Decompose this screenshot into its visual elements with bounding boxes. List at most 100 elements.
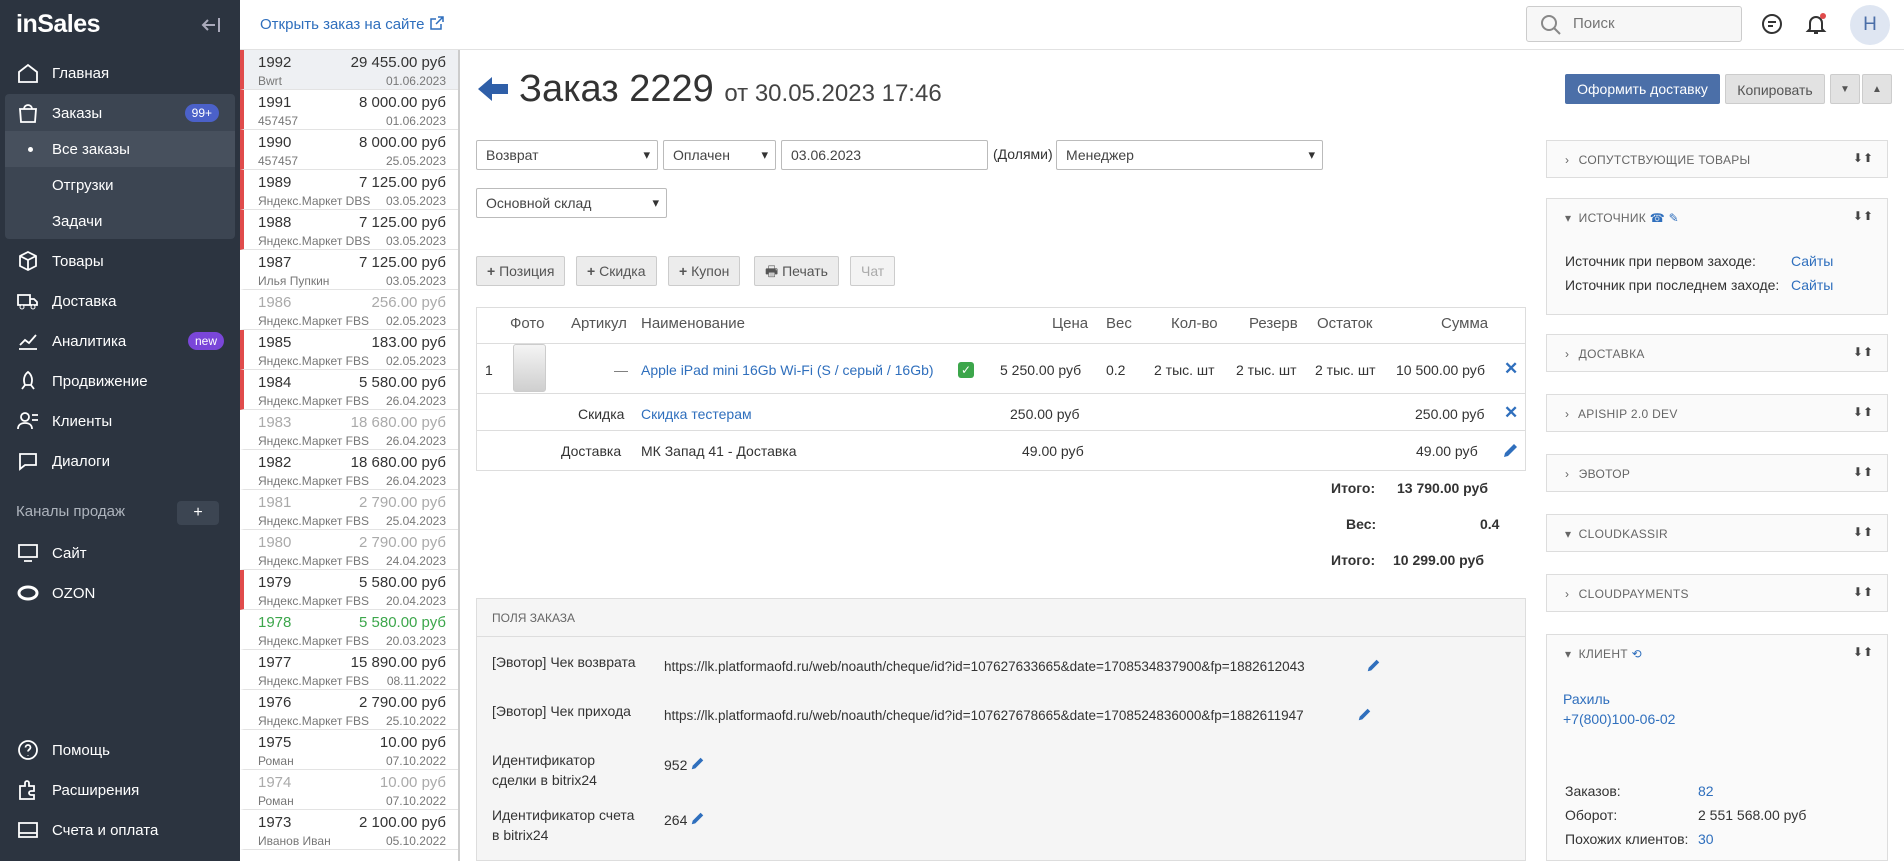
edit-delivery-pencil-icon[interactable] [1502,442,1519,459]
order-list-item[interactable]: 1989 7 125.00 руб Яндекс.Маркет DBS 03.05.2… [240,170,458,210]
order-list-item[interactable]: 1976 2 790.00 руб Яндекс.Маркет FBS 25.10.2… [240,690,458,730]
nav-dialogs[interactable]: Диалоги [0,442,240,480]
search-box[interactable] [1526,6,1742,42]
nav-extensions[interactable]: Расширения [0,771,240,809]
discount-name-link[interactable]: Скидка тестерам [641,406,752,422]
panel-apiship[interactable]: › APISHIP 2.0 DEV ⬇⬆ [1546,394,1888,432]
add-discount-button[interactable]: + Скидка [576,256,657,286]
order-list-item[interactable]: 1987 7 125.00 руб Илья Пупкин 03.05.2023 [240,250,458,290]
order-list-item[interactable]: 1991 8 000.00 руб 457457 01.06.2023 [240,90,458,130]
order-list-item[interactable]: 1980 2 790.00 руб Яндекс.Маркет FBS 24.04.2… [240,530,458,570]
reorder-arrows-icon[interactable]: ⬇⬆ [1853,645,1873,659]
add-channel-button[interactable]: + [177,501,219,525]
source-first-value[interactable]: Сайты [1791,253,1833,269]
order-list-item[interactable]: 1984 5 580.00 руб Яндекс.Маркет FBS 26.04.2… [240,370,458,410]
nav-shipments[interactable]: Отгрузки [5,167,235,203]
order-list-item[interactable]: 1986 256.00 руб Яндекс.Маркет FBS 02.05.202… [240,290,458,330]
order-list-item[interactable]: 1982 18 680.00 руб Яндекс.Маркет FBS 26.04.… [240,450,458,490]
product-photo[interactable] [513,344,546,392]
client-phone-link[interactable]: +7(800)100-06-02 [1563,711,1675,727]
order-amount: 7 125.00 руб [359,174,446,191]
order-list-item[interactable]: 1985 183.00 руб Яндекс.Маркет FBS 02.05.202… [240,330,458,370]
status-select[interactable]: Возврат [476,140,658,170]
remove-discount-icon[interactable]: ✕ [1504,403,1518,423]
order-list-item[interactable]: 1974 10.00 руб Роман 07.10.2022 [240,770,458,810]
nav-tasks[interactable]: Задачи [5,203,235,239]
nav-promo[interactable]: Продвижение [0,362,240,400]
order-list-item[interactable]: 1983 18 680.00 руб Яндекс.Маркет FBS 26.04.… [240,410,458,450]
reorder-arrows-icon[interactable]: ⬇⬆ [1853,209,1873,223]
order-list-item[interactable]: 1977 15 890.00 руб Яндекс.Маркет FBS 08.11.… [240,650,458,690]
edit-source-icon[interactable]: ✎ [1669,211,1679,225]
order-list-item[interactable]: 1981 2 790.00 руб Яндекс.Маркет FBS 25.04.2… [240,490,458,530]
client-orders-value[interactable]: 82 [1698,783,1714,799]
similar-clients-value[interactable]: 30 [1698,831,1714,847]
user-avatar[interactable]: Н [1850,5,1890,45]
collapse-sidebar-icon[interactable] [200,14,222,36]
chart-icon [19,334,37,350]
reorder-arrows-icon[interactable]: ⬇⬆ [1853,525,1873,539]
item-weight: 0.2 [1106,362,1126,378]
monitor-icon [18,544,38,562]
payment-status-select[interactable]: Оплачен [663,140,776,170]
source-last-value[interactable]: Сайты [1791,277,1833,293]
messages-icon[interactable] [1760,12,1784,36]
order-fields-header: ПОЛЯ ЗАКАЗА [492,611,576,625]
edit-invoice-pencil-icon[interactable] [690,811,705,826]
payment-date-input[interactable]: 03.06.2023 [781,140,988,170]
manager-select[interactable]: Менеджер [1056,140,1323,170]
panel-evotor[interactable]: › ЭВОТОР ⬇⬆ [1546,454,1888,492]
nav-products[interactable]: Товары [0,242,240,280]
reorder-arrows-icon[interactable]: ⬇⬆ [1853,585,1873,599]
nav-main[interactable]: Главная [0,54,240,92]
order-list-item[interactable]: 1992 29 455.00 руб Bwrt 01.06.2023 [240,50,458,90]
nav-site[interactable]: Сайт [0,534,240,572]
nav-help[interactable]: Помощь [0,731,240,769]
panel-cloudkassir[interactable]: ▾ CLOUDKASSIR ⬇⬆ [1546,514,1888,552]
nav-orders[interactable]: Заказы 99+ [5,94,235,132]
notifications-bell-icon[interactable] [1804,12,1828,36]
add-coupon-button[interactable]: + Купон [668,256,741,286]
nav-all-orders[interactable]: Все заказы [5,131,235,167]
refresh-client-icon[interactable]: ⟲ [1632,647,1642,661]
warehouse-select[interactable]: Основной склад [476,188,667,218]
reorder-arrows-icon[interactable]: ⬇⬆ [1853,345,1873,359]
add-position-button[interactable]: + Позиция [476,256,566,286]
order-list-item[interactable]: 1973 2 100.00 руб Иванов Иван 05.10.2022 [240,810,458,850]
app-logo[interactable]: inSales [16,10,101,39]
order-list-item[interactable]: 1988 7 125.00 руб Яндекс.Маркет DBS 03.05.2… [240,210,458,250]
client-name-link[interactable]: Рахиль [1563,691,1610,707]
print-button[interactable]: 🖶 Печать [754,256,839,286]
nav-analytics-label: Аналитика [52,332,127,350]
order-list-item[interactable]: 1979 5 580.00 руб Яндекс.Маркет FBS 20.04.2… [240,570,458,610]
order-list-item[interactable]: 1990 8 000.00 руб 457457 25.05.2023 [240,130,458,170]
panel-related-products[interactable]: › СОПУТСТВУЮЩИЕ ТОВАРЫ ⬇⬆ [1546,140,1888,178]
remove-item-icon[interactable]: ✕ [1504,359,1518,379]
edit-deal-pencil-icon[interactable] [690,756,705,771]
sidebar: inSales Главная Заказы 99+ Все заказы Отг… [0,0,240,861]
nav-delivery[interactable]: Доставка [0,282,240,320]
item-name-link[interactable]: Apple iPad mini 16Gb Wi-Fi (S / серый / … [641,362,934,378]
nav-clients[interactable]: Клиенты [0,402,240,440]
nav-ozon[interactable]: OZON [0,574,240,612]
chat-button[interactable]: Чат [850,256,896,286]
open-order-on-site-link[interactable]: Открыть заказ на сайте [260,15,445,33]
order-list-item[interactable]: 1975 10.00 руб Роман 07.10.2022 [240,730,458,770]
reorder-arrows-icon[interactable]: ⬇⬆ [1853,151,1873,165]
search-input[interactable] [1573,15,1733,32]
col-weight: Вес [1106,315,1132,332]
edit-income-pencil-icon[interactable] [1357,707,1372,722]
back-arrow-icon[interactable] [476,72,510,106]
reorder-arrows-icon[interactable]: ⬇⬆ [1853,405,1873,419]
panel-delivery-title: ДОСТАВКА [1578,347,1645,361]
print-label: Печать [782,263,828,279]
order-list-item[interactable]: 1978 5 580.00 руб Яндекс.Маркет FBS 20.03.2… [240,610,458,650]
panel-delivery[interactable]: › ДОСТАВКА ⬇⬆ [1546,334,1888,372]
panel-cloudpayments[interactable]: › CLOUDPAYMENTS ⬇⬆ [1546,574,1888,612]
order-date: 07.10.2022 [385,794,446,808]
reorder-arrows-icon[interactable]: ⬇⬆ [1853,465,1873,479]
nav-analytics[interactable]: Аналитика new [0,322,240,360]
edit-refund-pencil-icon[interactable] [1366,658,1381,673]
nav-billing[interactable]: Счета и оплата [0,811,240,849]
item-qty[interactable]: 2 тыс. шт [1154,362,1215,378]
